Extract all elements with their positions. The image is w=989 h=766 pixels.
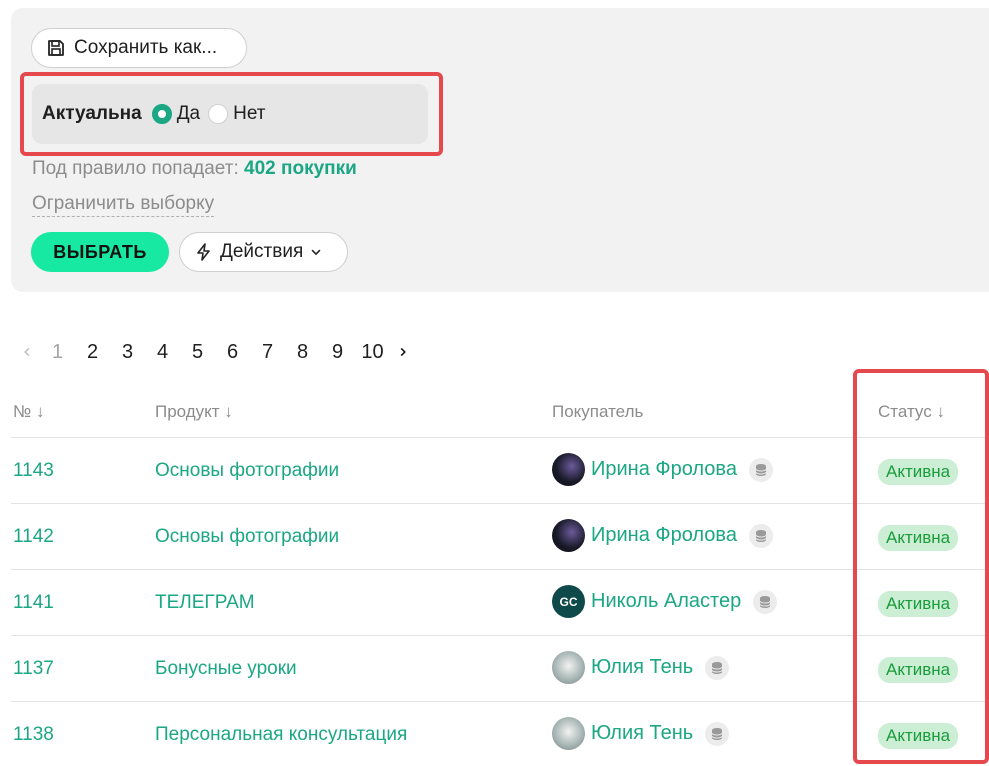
database-icon [705,721,730,746]
floppy-disk-icon [48,40,64,56]
buyer-cell: GC Николь Аластер [552,585,778,618]
product-link[interactable]: Персональная консультация [155,724,407,746]
table-row[interactable]: 1143 Основы фотографии Ирина Фролова Акт… [11,438,989,504]
database-icon [748,457,773,482]
lightning-icon [197,243,210,261]
header-product[interactable]: Продукт ↓ [155,402,233,422]
order-number-link[interactable]: 1143 [13,460,54,482]
table-row[interactable]: 1142 Основы фотографии Ирина Фролова Акт… [11,504,989,570]
product-link[interactable]: Основы фотографии [155,526,339,548]
buyer-link[interactable]: Юлия Тень [591,722,693,745]
chevron-right-icon[interactable] [390,341,416,364]
page-5[interactable]: 5 [180,341,215,364]
avatar [552,519,585,552]
rule-info-text: Под правило попадает: [32,158,239,179]
highlight-box-status [853,369,989,764]
database-icon [748,523,773,548]
avatar [552,651,585,684]
table-row[interactable]: 1141 ТЕЛЕГРАМ GC Николь Аластер Активна [11,570,989,636]
buyer-link[interactable]: Ирина Фролова [591,524,737,547]
buyer-cell: Юлия Тень [552,651,730,684]
chevron-left-icon[interactable] [14,341,40,364]
actions-label: Действия [220,241,304,262]
page-2[interactable]: 2 [75,341,110,364]
rule-count-link[interactable]: 402 покупки [244,158,357,179]
table-row[interactable]: 1137 Бонусные уроки Юлия Тень Активна [11,636,989,702]
rule-info: Под правило попадает: 402 покупки [32,158,357,180]
highlight-box-filter [20,72,443,156]
order-number-link[interactable]: 1142 [13,526,54,548]
limit-selection-link[interactable]: Ограничить выборку [32,193,215,217]
page-3[interactable]: 3 [110,341,145,364]
page-1[interactable]: 1 [40,341,75,364]
avatar: GC [552,585,585,618]
product-link[interactable]: Бонусные уроки [155,658,297,680]
purchases-table: № ↓ Продукт ↓ Покупатель Статус ↓ 1143 О… [11,390,989,766]
save-as-button[interactable]: Сохранить как... [31,28,247,68]
database-icon [753,589,778,614]
avatar [552,453,585,486]
page-8[interactable]: 8 [285,341,320,364]
page-9[interactable]: 9 [320,341,355,364]
order-number-link[interactable]: 1137 [13,658,54,680]
table-row[interactable]: 1138 Персональная консультация Юлия Тень… [11,702,989,766]
actions-dropdown-button[interactable]: Действия [179,232,348,272]
pagination: 1 2 3 4 5 6 7 8 9 10 [14,338,416,366]
table-header: № ↓ Продукт ↓ Покупатель Статус ↓ [11,390,989,438]
avatar [552,717,585,750]
product-link[interactable]: Основы фотографии [155,460,339,482]
header-number[interactable]: № ↓ [13,402,44,422]
order-number-link[interactable]: 1138 [13,724,54,746]
page-6[interactable]: 6 [215,341,250,364]
database-icon [705,655,730,680]
page-10[interactable]: 10 [355,341,390,364]
buyer-link[interactable]: Николь Аластер [591,590,741,613]
page-7[interactable]: 7 [250,341,285,364]
order-number-link[interactable]: 1141 [13,592,54,614]
header-buyer: Покупатель [552,402,644,421]
buyer-cell: Ирина Фролова [552,453,773,486]
buyer-link[interactable]: Юлия Тень [591,656,693,679]
buyer-cell: Юлия Тень [552,717,730,750]
buyer-cell: Ирина Фролова [552,519,773,552]
buyer-link[interactable]: Ирина Фролова [591,458,737,481]
chevron-down-icon [311,249,321,256]
page-4[interactable]: 4 [145,341,180,364]
select-button[interactable]: ВЫБРАТЬ [31,232,169,272]
save-as-label: Сохранить как... [74,37,218,58]
product-link[interactable]: ТЕЛЕГРАМ [155,592,255,614]
